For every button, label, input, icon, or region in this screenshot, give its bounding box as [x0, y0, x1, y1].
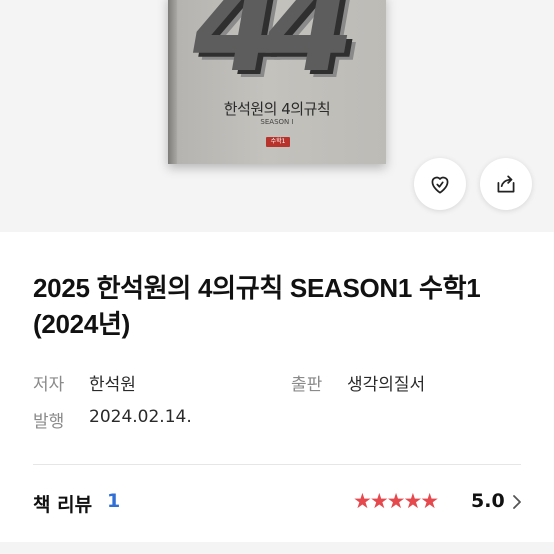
cover-badge: 수학1 [266, 137, 290, 147]
book-info: 2025 한석원의 4의규칙 SEASON1 수학1 (2024년) [33, 270, 533, 342]
cover-art-number: 44 [178, 0, 351, 101]
heart-outline-icon [431, 176, 449, 194]
share-button[interactable] [480, 158, 532, 210]
review-label: 책 리뷰 [33, 494, 93, 516]
book-cover-image[interactable]: 44 한석원의 4의규칙 SEASON I 수학1 [168, 0, 386, 164]
author-value[interactable]: 한석원 [89, 370, 136, 395]
rating-value: 5.0 [471, 490, 505, 512]
book-title: 2025 한석원의 4의규칙 SEASON1 수학1 (2024년) [33, 273, 481, 339]
chevron-right-icon [513, 495, 521, 509]
author-label: 저자 [33, 375, 65, 395]
published-label: 발행 [33, 412, 65, 432]
publisher-value[interactable]: 생각의질서 [347, 370, 425, 395]
cover-season: SEASON I [260, 118, 294, 126]
book-meta: 저자 한석원 출판 생각의질서 발행 2024.02.14. [33, 370, 533, 444]
meta-row-published: 발행 2024.02.14. [33, 407, 533, 444]
book-cover-area: 44 한석원의 4의규칙 SEASON I 수학1 [0, 0, 554, 232]
wishlist-button[interactable] [414, 158, 466, 210]
cover-title: 한석원의 4의규칙 [223, 100, 331, 118]
share-icon [497, 175, 515, 193]
publisher-label: 출판 [291, 375, 323, 395]
section-divider [33, 464, 521, 465]
book-review-row[interactable]: 책 리뷰 1 ★★★★★ 5.0 [33, 488, 523, 518]
meta-row-author: 저자 한석원 출판 생각의질서 [33, 370, 533, 407]
bottom-section-gap [0, 542, 554, 554]
rating-stars: ★★★★★ [353, 489, 439, 513]
published-value: 2024.02.14. [89, 407, 192, 427]
book-spine [168, 0, 177, 164]
review-count: 1 [107, 490, 121, 512]
